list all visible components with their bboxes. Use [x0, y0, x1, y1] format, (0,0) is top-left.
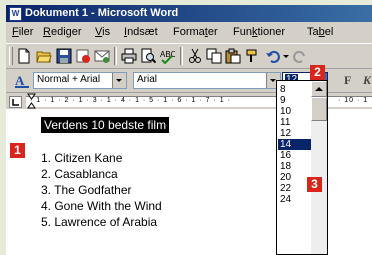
permission-icon[interactable]: [75, 48, 91, 64]
scroll-up-icon[interactable]: [311, 81, 327, 97]
size-option-16[interactable]: 16: [278, 150, 313, 161]
tab-selector-icon[interactable]: [9, 96, 22, 108]
size-option-14[interactable]: 14: [278, 139, 313, 150]
menu-tabel[interactable]: Tabel: [307, 26, 333, 38]
indent-marker-icon[interactable]: [26, 93, 38, 109]
style-value: Normal + Arial: [37, 74, 101, 85]
menu-bar: Filer Rediger Vis Indsæt Formater Funkti…: [6, 22, 372, 42]
svg-text:A: A: [15, 73, 25, 88]
size-option-24[interactable]: 24: [278, 194, 313, 205]
size-option-8[interactable]: 8: [278, 84, 313, 95]
toolbar-grip[interactable]: [9, 47, 13, 65]
format-painter-icon[interactable]: [244, 48, 260, 64]
scroll-thumb[interactable]: [311, 97, 327, 121]
callout-badge-2: 2: [310, 65, 325, 80]
open-folder-icon[interactable]: [36, 48, 52, 64]
callout-badge-3: 3: [307, 177, 322, 192]
size-option-10[interactable]: 10: [278, 106, 313, 117]
toolbar-separator: [180, 47, 183, 65]
list-item[interactable]: 4. Gone With the Wind: [41, 199, 162, 213]
new-document-icon[interactable]: [16, 48, 32, 64]
list-item[interactable]: 5. Lawrence of Arabia: [41, 215, 157, 229]
font-value: Arial: [137, 74, 158, 85]
undo-dropdown-icon[interactable]: [282, 48, 290, 64]
window-title: Dokument 1 - Microsoft Word: [25, 7, 179, 19]
size-option-9[interactable]: 9: [278, 95, 313, 106]
paste-icon[interactable]: [225, 48, 241, 64]
menu-filer[interactable]: Filer: [12, 26, 33, 38]
print-preview-icon[interactable]: [140, 48, 157, 64]
style-dropdown-icon[interactable]: [112, 73, 126, 88]
menu-indsaet[interactable]: Indsæt: [124, 26, 158, 38]
word-app-icon: W: [9, 7, 22, 21]
title-bar: W Dokument 1 - Microsoft Word: [6, 5, 372, 22]
size-list-scrollbar[interactable]: [311, 81, 327, 254]
list-item[interactable]: 1. Citizen Kane: [41, 151, 122, 165]
list-item[interactable]: 3. The Godfather: [41, 183, 132, 197]
italic-button[interactable]: K: [363, 73, 371, 88]
menu-funktioner[interactable]: Funktioner: [233, 26, 285, 38]
size-option-18[interactable]: 18: [278, 161, 313, 172]
svg-text:ABC: ABC: [160, 50, 175, 59]
styles-pane-icon[interactable]: A: [14, 72, 30, 88]
save-icon[interactable]: [56, 48, 72, 64]
list-item[interactable]: 2. Casablanca: [41, 167, 118, 181]
ruler-marks: · 1 · 1 · 2 · 1 · 3 · 1 · 4 · 1 · 5 · 1 …: [30, 97, 231, 104]
copy-icon[interactable]: [206, 48, 222, 64]
ruler-marks-right: · 10 · 1: [338, 97, 369, 104]
cut-icon[interactable]: [187, 48, 203, 64]
style-combo[interactable]: Normal + Arial: [33, 72, 127, 89]
font-size-dropdown-list[interactable]: 8 9 10 11 12 14 16 18 20 22 24: [276, 80, 328, 255]
menu-vis[interactable]: Vis: [95, 26, 110, 38]
menu-rediger[interactable]: Rediger: [43, 26, 82, 38]
document-heading[interactable]: Verdens 10 bedste film: [41, 117, 170, 133]
bold-button[interactable]: F: [344, 73, 351, 88]
font-combo[interactable]: Arial: [133, 72, 281, 89]
redo-icon[interactable]: [292, 48, 308, 64]
size-option-12[interactable]: 12: [278, 128, 313, 139]
undo-icon[interactable]: [265, 48, 281, 64]
toolbar-separator: [114, 47, 117, 65]
spelling-icon[interactable]: ABC: [159, 48, 177, 65]
callout-badge-1: 1: [10, 143, 25, 158]
menu-formater[interactable]: Formater: [173, 26, 218, 38]
size-option-11[interactable]: 11: [278, 117, 313, 128]
print-icon[interactable]: [121, 48, 137, 64]
email-icon[interactable]: [94, 48, 110, 64]
